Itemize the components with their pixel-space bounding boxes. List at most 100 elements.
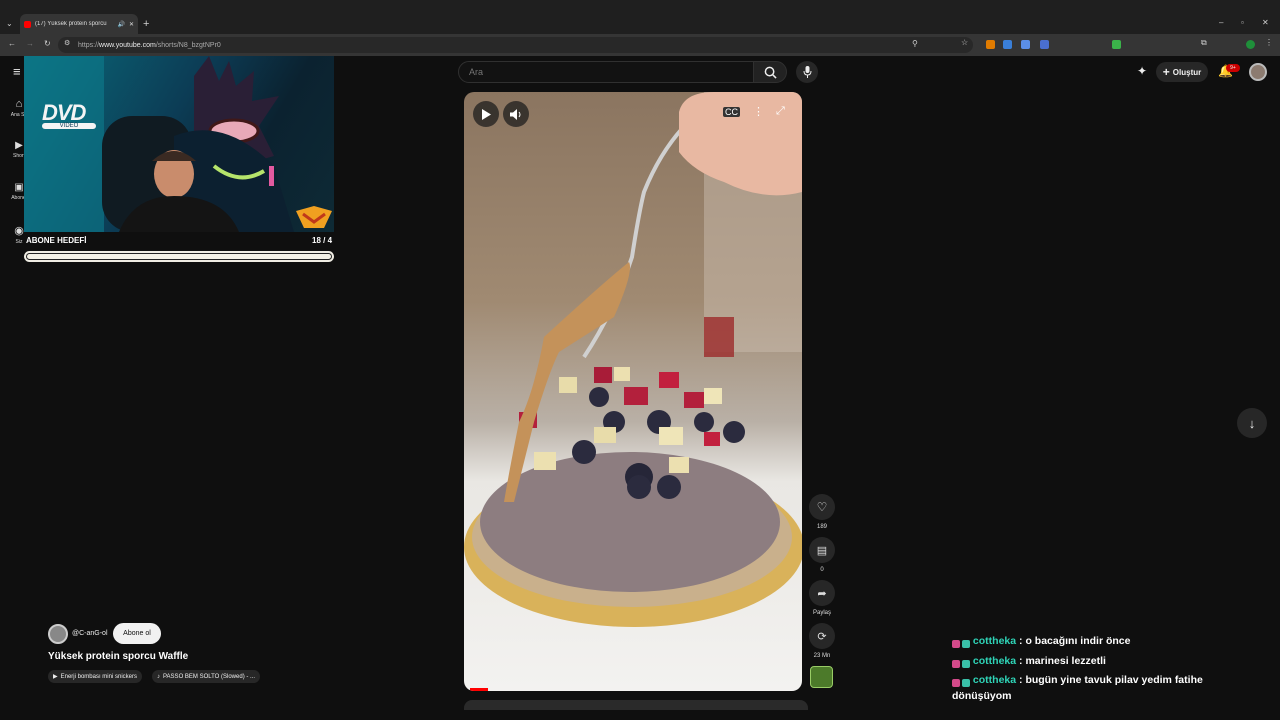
share-arrow-icon: ➦ bbox=[817, 587, 827, 600]
related-video-chip[interactable]: ▶ Enerji bombası mini snickers bbox=[48, 670, 142, 683]
chat-badges bbox=[952, 676, 970, 688]
like-count: 189 bbox=[816, 524, 827, 530]
create-label: Oluştur bbox=[1172, 67, 1202, 77]
volume-button[interactable] bbox=[503, 101, 529, 127]
site-info-icon[interactable]: ⚙ bbox=[64, 39, 70, 47]
chat-text: : marinesi lezzetli bbox=[1019, 655, 1106, 667]
sound-chip[interactable]: ♪ PASSO BEM SOLTO (Slowed) - ... bbox=[152, 670, 261, 683]
comment-count: 0 bbox=[820, 567, 824, 573]
subscriptions-icon: ▣ bbox=[14, 182, 24, 193]
share-icon-wrap: ➦ bbox=[809, 580, 835, 606]
remix-icon: ⟳ bbox=[817, 630, 827, 643]
extension-icon[interactable] bbox=[1040, 40, 1049, 49]
chat-message: cottheka : o bacağını indir önce bbox=[952, 633, 1252, 649]
remix-count: 23 Mn bbox=[813, 653, 831, 659]
like-button[interactable]: ♡ 189 bbox=[808, 494, 836, 530]
tab-close-icon[interactable]: ✕ bbox=[129, 21, 134, 28]
dvd-logo: DVD VIDEO bbox=[42, 100, 102, 129]
create-button[interactable]: + Oluştur bbox=[1156, 62, 1208, 82]
video-title[interactable]: Yüksek protein sporcu Waffle bbox=[48, 651, 188, 662]
browser-menu-icon[interactable]: ⋮ bbox=[1265, 38, 1273, 47]
sound-thumbnail[interactable] bbox=[810, 666, 833, 688]
comment-icon: ▤ bbox=[816, 544, 828, 557]
url-path: /shorts/N8_bzgtNPr0 bbox=[155, 41, 221, 49]
bookmark-star-icon[interactable]: ☆ bbox=[961, 38, 968, 47]
badge-icon bbox=[962, 679, 970, 688]
arrow-down-icon: ↓ bbox=[1248, 415, 1256, 431]
microphone-icon bbox=[803, 66, 811, 78]
play-button[interactable] bbox=[473, 101, 499, 127]
next-short-preview[interactable] bbox=[464, 700, 808, 710]
play-icon bbox=[482, 108, 491, 120]
close-window-icon[interactable]: ✕ bbox=[1262, 18, 1269, 27]
short-video-player[interactable]: CC ⋮ ⤢ bbox=[464, 92, 802, 691]
plus-icon: + bbox=[1162, 65, 1170, 79]
youtube-favicon-icon bbox=[24, 20, 31, 28]
user-icon: ◉ bbox=[14, 225, 24, 237]
notification-badge: 9+ bbox=[1226, 64, 1240, 72]
like-icon-wrap: ♡ bbox=[809, 494, 835, 520]
extension-icon[interactable] bbox=[986, 40, 995, 49]
browser-tab[interactable]: (17) Yüksek protein sporcu 🔊 ✕ bbox=[20, 14, 138, 34]
url-bar[interactable]: https://www.youtube.com/shorts/N8_bzgtNP… bbox=[58, 37, 973, 53]
shorts-icon: ▶ bbox=[15, 140, 23, 151]
remix-button[interactable]: ⟳ 23 Mn bbox=[808, 623, 836, 659]
chat-username: cottheka bbox=[972, 674, 1017, 686]
home-icon: ⌂ bbox=[15, 98, 23, 110]
webcam-overlay: DVD VIDEO bbox=[24, 56, 334, 232]
subscriber-goal-count: 18 / 4 bbox=[312, 236, 333, 245]
forward-icon[interactable]: → bbox=[26, 39, 34, 48]
sidebar-item-label: Siz bbox=[15, 239, 23, 245]
search-input[interactable] bbox=[458, 61, 754, 83]
url-domain: www.youtube.com bbox=[99, 41, 156, 49]
extensions-puzzle-icon[interactable]: ⧉ bbox=[1201, 38, 1207, 48]
more-options-icon[interactable]: ⋮ bbox=[753, 105, 764, 118]
remix-icon-wrap: ⟳ bbox=[809, 623, 835, 649]
subscriber-goal-progress bbox=[24, 251, 334, 262]
captions-icon[interactable]: CC bbox=[723, 107, 740, 117]
extension-icon[interactable] bbox=[1021, 40, 1030, 49]
badge-icon bbox=[952, 640, 960, 649]
profile-extension-icon[interactable] bbox=[1246, 40, 1255, 49]
search-icon bbox=[764, 66, 777, 79]
tab-list-icon[interactable]: ⌄ bbox=[6, 19, 13, 28]
subscribe-button[interactable]: Abone ol bbox=[113, 623, 161, 644]
tab-title: (17) Yüksek protein sporcu bbox=[35, 21, 107, 27]
badge-icon bbox=[952, 679, 960, 688]
extension-icon[interactable] bbox=[1112, 40, 1121, 49]
tab-audio-icon[interactable]: 🔊 bbox=[117, 21, 124, 28]
volume-icon bbox=[510, 108, 521, 120]
back-icon[interactable]: ← bbox=[8, 39, 16, 48]
play-icon: ▶ bbox=[53, 674, 58, 680]
url-scheme: https:// bbox=[78, 41, 100, 49]
comments-button[interactable]: ▤ 0 bbox=[808, 537, 836, 573]
share-button[interactable]: ➦ Paylaş bbox=[808, 580, 836, 616]
badge-icon bbox=[962, 640, 970, 649]
chat-text: : o bacağını indir önce bbox=[1019, 635, 1131, 647]
menu-hamburger-icon[interactable]: ≡ bbox=[13, 64, 21, 79]
chat-username: cottheka bbox=[972, 635, 1017, 647]
search-button[interactable] bbox=[753, 61, 787, 83]
chat-message: cottheka : bugün yine tavuk pilav yedim … bbox=[952, 672, 1252, 704]
voice-search-button[interactable] bbox=[796, 61, 818, 83]
fullscreen-icon[interactable]: ⤢ bbox=[776, 105, 785, 118]
channel-name[interactable]: @C-anG-ol bbox=[72, 630, 108, 637]
maximize-icon[interactable]: ▫ bbox=[1241, 18, 1244, 27]
channel-avatar[interactable] bbox=[48, 624, 68, 644]
minimize-icon[interactable]: – bbox=[1219, 18, 1223, 27]
share-label: Paylaş bbox=[812, 610, 831, 616]
new-tab-icon[interactable]: + bbox=[143, 18, 149, 30]
browser-tab-bar bbox=[0, 0, 1280, 34]
comment-icon-wrap: ▤ bbox=[809, 537, 835, 563]
subscriber-goal-label: ABONE HEDEFİ bbox=[26, 236, 87, 245]
heart-icon: ♡ bbox=[816, 500, 828, 514]
extension-icon[interactable] bbox=[1003, 40, 1012, 49]
sparkle-icon[interactable]: ✦ bbox=[1137, 64, 1147, 78]
next-video-button[interactable]: ↓ bbox=[1237, 408, 1267, 438]
reload-icon[interactable]: ↻ bbox=[44, 39, 51, 48]
streamer-webcam-image bbox=[24, 56, 332, 232]
zoom-icon[interactable]: ⚲ bbox=[912, 39, 918, 48]
music-note-icon: ♪ bbox=[157, 673, 160, 680]
account-avatar[interactable] bbox=[1249, 63, 1267, 81]
video-progress-bar[interactable] bbox=[470, 688, 488, 691]
